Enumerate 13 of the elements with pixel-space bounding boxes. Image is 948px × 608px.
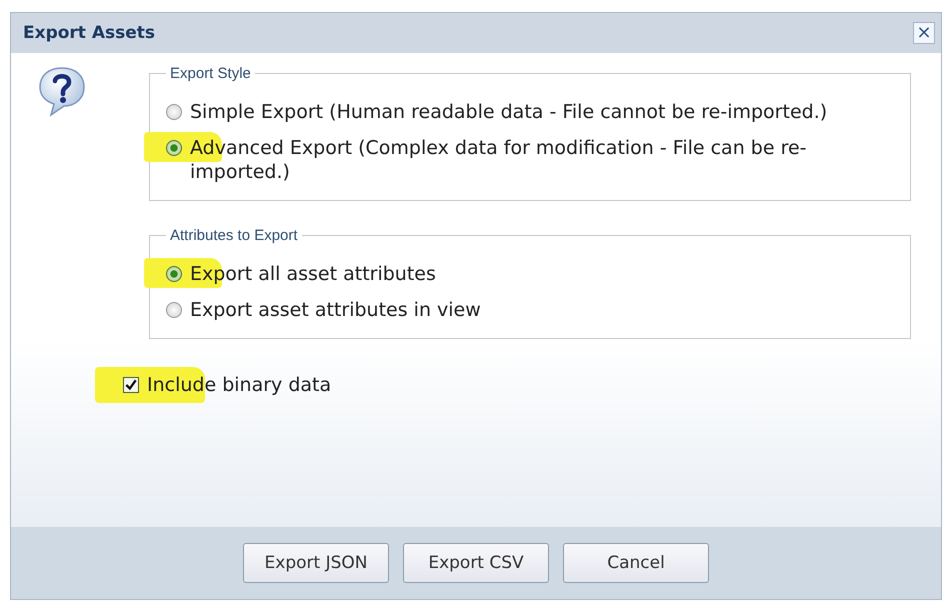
window-title: Export Assets xyxy=(23,23,156,43)
radio-label: Export asset attributes in view xyxy=(190,298,481,322)
dialog-button[interactable]: Export CSV xyxy=(403,543,549,583)
dialog-button[interactable]: Cancel xyxy=(563,543,709,583)
help-icon xyxy=(37,65,87,117)
radio-label: Simple Export (Human readable data - File cannot be re-imported.) xyxy=(190,100,828,124)
checkbox[interactable] xyxy=(123,377,139,393)
radio-button[interactable] xyxy=(166,104,182,120)
radio-button[interactable] xyxy=(166,302,182,318)
close-button[interactable]: × xyxy=(913,22,935,44)
group-legend: Export Style xyxy=(166,65,255,82)
dialog-button[interactable]: Export JSON xyxy=(243,543,389,583)
group-legend: Attributes to Export xyxy=(166,227,302,244)
